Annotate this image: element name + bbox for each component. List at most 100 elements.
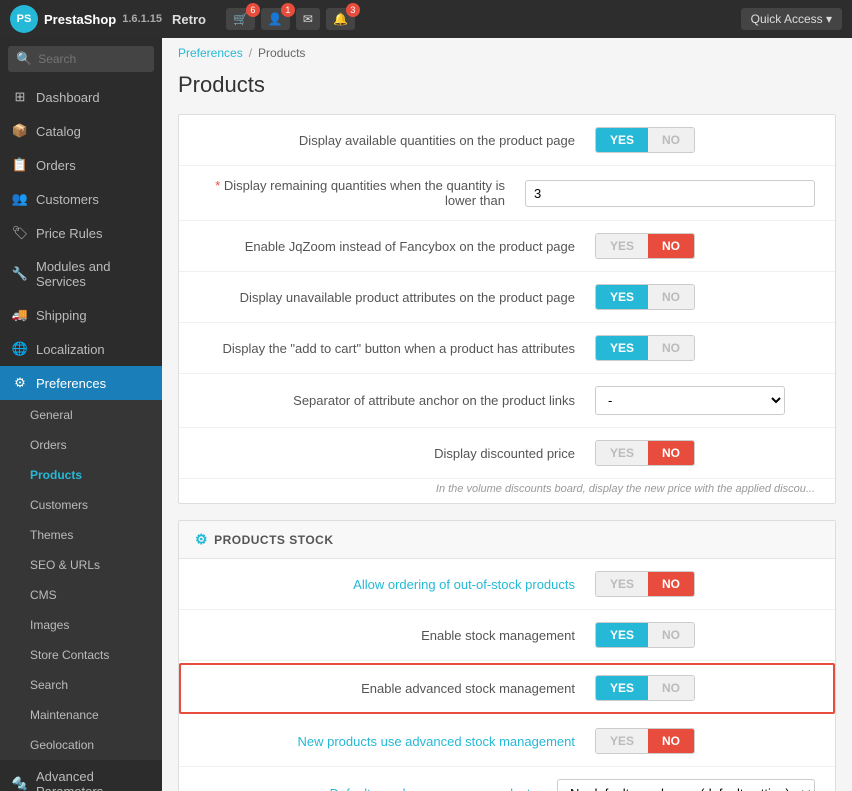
user-badge: 1: [281, 3, 295, 17]
add-to-cart-no[interactable]: NO: [648, 336, 694, 360]
sidebar-item-orders[interactable]: 📋 Orders: [0, 148, 162, 182]
sidebar-item-label: Customers: [36, 192, 99, 207]
advanced-stock-no[interactable]: NO: [648, 676, 694, 700]
search-box[interactable]: 🔍: [8, 46, 154, 72]
advanced-stock-yes[interactable]: YES: [596, 676, 648, 700]
submenu-item-store-contacts[interactable]: Store Contacts: [0, 640, 162, 670]
display-quantities-yes[interactable]: YES: [596, 128, 648, 152]
bell-icon: 🔔: [333, 12, 348, 26]
bell-badge: 3: [346, 3, 360, 17]
separator-control: - _ +: [595, 386, 815, 415]
new-products-advanced-yes[interactable]: YES: [596, 729, 648, 753]
submenu-item-maintenance[interactable]: Maintenance: [0, 700, 162, 730]
gear-icon: ⚙: [195, 531, 208, 548]
bell-icon-btn[interactable]: 🔔 3: [326, 8, 355, 30]
breadcrumb: Preferences / Products: [162, 38, 852, 68]
jqzoom-yes[interactable]: YES: [596, 234, 648, 258]
page-title: Products: [162, 68, 852, 114]
sidebar-item-catalog[interactable]: 📦 Catalog: [0, 114, 162, 148]
theme-label: Retro: [172, 12, 206, 27]
stock-management-no[interactable]: NO: [648, 623, 694, 647]
discounted-price-no[interactable]: NO: [648, 441, 694, 465]
add-to-cart-control: YES NO: [595, 335, 815, 361]
products-settings-card: Display available quantities on the prod…: [178, 114, 836, 504]
mail-icon-btn[interactable]: ✉: [296, 8, 320, 30]
submenu-item-search[interactable]: Search: [0, 670, 162, 700]
user-icon: 👤: [268, 12, 283, 26]
out-of-stock-yes[interactable]: YES: [596, 572, 648, 596]
display-quantities-toggle[interactable]: YES NO: [595, 127, 695, 153]
unavailable-attrs-toggle[interactable]: YES NO: [595, 284, 695, 310]
mail-icon: ✉: [303, 12, 313, 26]
preferences-submenu: General Orders Products Customers Themes…: [0, 400, 162, 760]
sidebar-item-label: Modules and Services: [36, 259, 150, 289]
add-to-cart-toggle[interactable]: YES NO: [595, 335, 695, 361]
discounted-price-yes[interactable]: YES: [596, 441, 648, 465]
new-products-advanced-control: YES NO: [595, 728, 815, 754]
default-warehouse-select[interactable]: No default warehouse (default setting): [557, 779, 815, 791]
remaining-quantities-row: * Display remaining quantities when the …: [179, 166, 835, 221]
remaining-quantities-input[interactable]: [525, 180, 815, 207]
display-quantities-control: YES NO: [595, 127, 815, 153]
sidebar-item-shipping[interactable]: 🚚 Shipping: [0, 298, 162, 332]
quick-access-btn[interactable]: Quick Access ▾: [741, 8, 842, 30]
sidebar-item-label: Localization: [36, 342, 105, 357]
stock-management-toggle[interactable]: YES NO: [595, 622, 695, 648]
sidebar-item-dashboard[interactable]: ⊞ Dashboard: [0, 80, 162, 114]
display-quantities-no[interactable]: NO: [648, 128, 694, 152]
unavailable-attrs-no[interactable]: NO: [648, 285, 694, 309]
required-star: *: [215, 178, 220, 193]
discounted-price-toggle[interactable]: YES NO: [595, 440, 695, 466]
submenu-item-images[interactable]: Images: [0, 610, 162, 640]
unavailable-attrs-yes[interactable]: YES: [596, 285, 648, 309]
topbar-icons: 🛒 6 👤 1 ✉ 🔔 3: [226, 8, 355, 30]
sidebar-item-label: Price Rules: [36, 226, 102, 241]
submenu-item-geolocation[interactable]: Geolocation: [0, 730, 162, 760]
price-rules-icon: 🏷: [12, 225, 28, 241]
cart-icon: 🛒: [233, 12, 248, 26]
sidebar-item-localization[interactable]: 🌐 Localization: [0, 332, 162, 366]
separator-label: Separator of attribute anchor on the pro…: [199, 393, 595, 408]
out-of-stock-no[interactable]: NO: [648, 572, 694, 596]
advanced-stock-toggle[interactable]: YES NO: [595, 675, 695, 701]
submenu-item-customers[interactable]: Customers: [0, 490, 162, 520]
submenu-item-seo[interactable]: SEO & URLs: [0, 550, 162, 580]
submenu-item-themes[interactable]: Themes: [0, 520, 162, 550]
jqzoom-toggle[interactable]: YES NO: [595, 233, 695, 259]
shipping-icon: 🚚: [12, 307, 28, 323]
sidebar-item-label: Preferences: [36, 376, 106, 391]
sidebar-item-modules[interactable]: 🔧 Modules and Services: [0, 250, 162, 298]
new-products-advanced-toggle[interactable]: YES NO: [595, 728, 695, 754]
cart-icon-btn[interactable]: 🛒 6: [226, 8, 255, 30]
add-to-cart-yes[interactable]: YES: [596, 336, 648, 360]
search-input[interactable]: [38, 52, 146, 66]
out-of-stock-toggle[interactable]: YES NO: [595, 571, 695, 597]
sidebar-item-customers[interactable]: 👥 Customers: [0, 182, 162, 216]
new-products-advanced-label: New products use advanced stock manageme…: [199, 734, 595, 749]
products-stock-card: ⚙ PRODUCTS STOCK Allow ordering of out-o…: [178, 520, 836, 791]
customers-icon: 👥: [12, 191, 28, 207]
sidebar-item-price-rules[interactable]: 🏷 Price Rules: [0, 216, 162, 250]
preferences-icon: ⚙: [12, 375, 28, 391]
out-of-stock-row: Allow ordering of out-of-stock products …: [179, 559, 835, 610]
submenu-item-cms[interactable]: CMS: [0, 580, 162, 610]
jqzoom-no[interactable]: NO: [648, 234, 694, 258]
default-warehouse-control: No default warehouse (default setting): [557, 779, 815, 791]
submenu-item-products[interactable]: Products: [0, 460, 162, 490]
stock-management-yes[interactable]: YES: [596, 623, 648, 647]
version-label: 1.6.1.15: [122, 13, 162, 25]
topbar: PS PrestaShop 1.6.1.15 Retro 🛒 6 👤 1 ✉ 🔔…: [0, 0, 852, 38]
sidebar-item-advanced-parameters[interactable]: 🔩 Advanced Parameters: [0, 760, 162, 791]
submenu-item-general[interactable]: General: [0, 400, 162, 430]
modules-icon: 🔧: [12, 266, 28, 282]
discounted-price-control: YES NO: [595, 440, 815, 466]
sidebar-item-preferences[interactable]: ⚙ Preferences: [0, 366, 162, 400]
breadcrumb-parent[interactable]: Preferences: [178, 46, 243, 60]
submenu-item-orders[interactable]: Orders: [0, 430, 162, 460]
new-products-advanced-no[interactable]: NO: [648, 729, 694, 753]
layout: 🔍 ⊞ Dashboard 📦 Catalog 📋 Orders 👥 Custo…: [0, 38, 852, 791]
sidebar: 🔍 ⊞ Dashboard 📦 Catalog 📋 Orders 👥 Custo…: [0, 38, 162, 791]
user-icon-btn[interactable]: 👤 1: [261, 8, 290, 30]
separator-select[interactable]: - _ +: [595, 386, 785, 415]
out-of-stock-control: YES NO: [595, 571, 815, 597]
